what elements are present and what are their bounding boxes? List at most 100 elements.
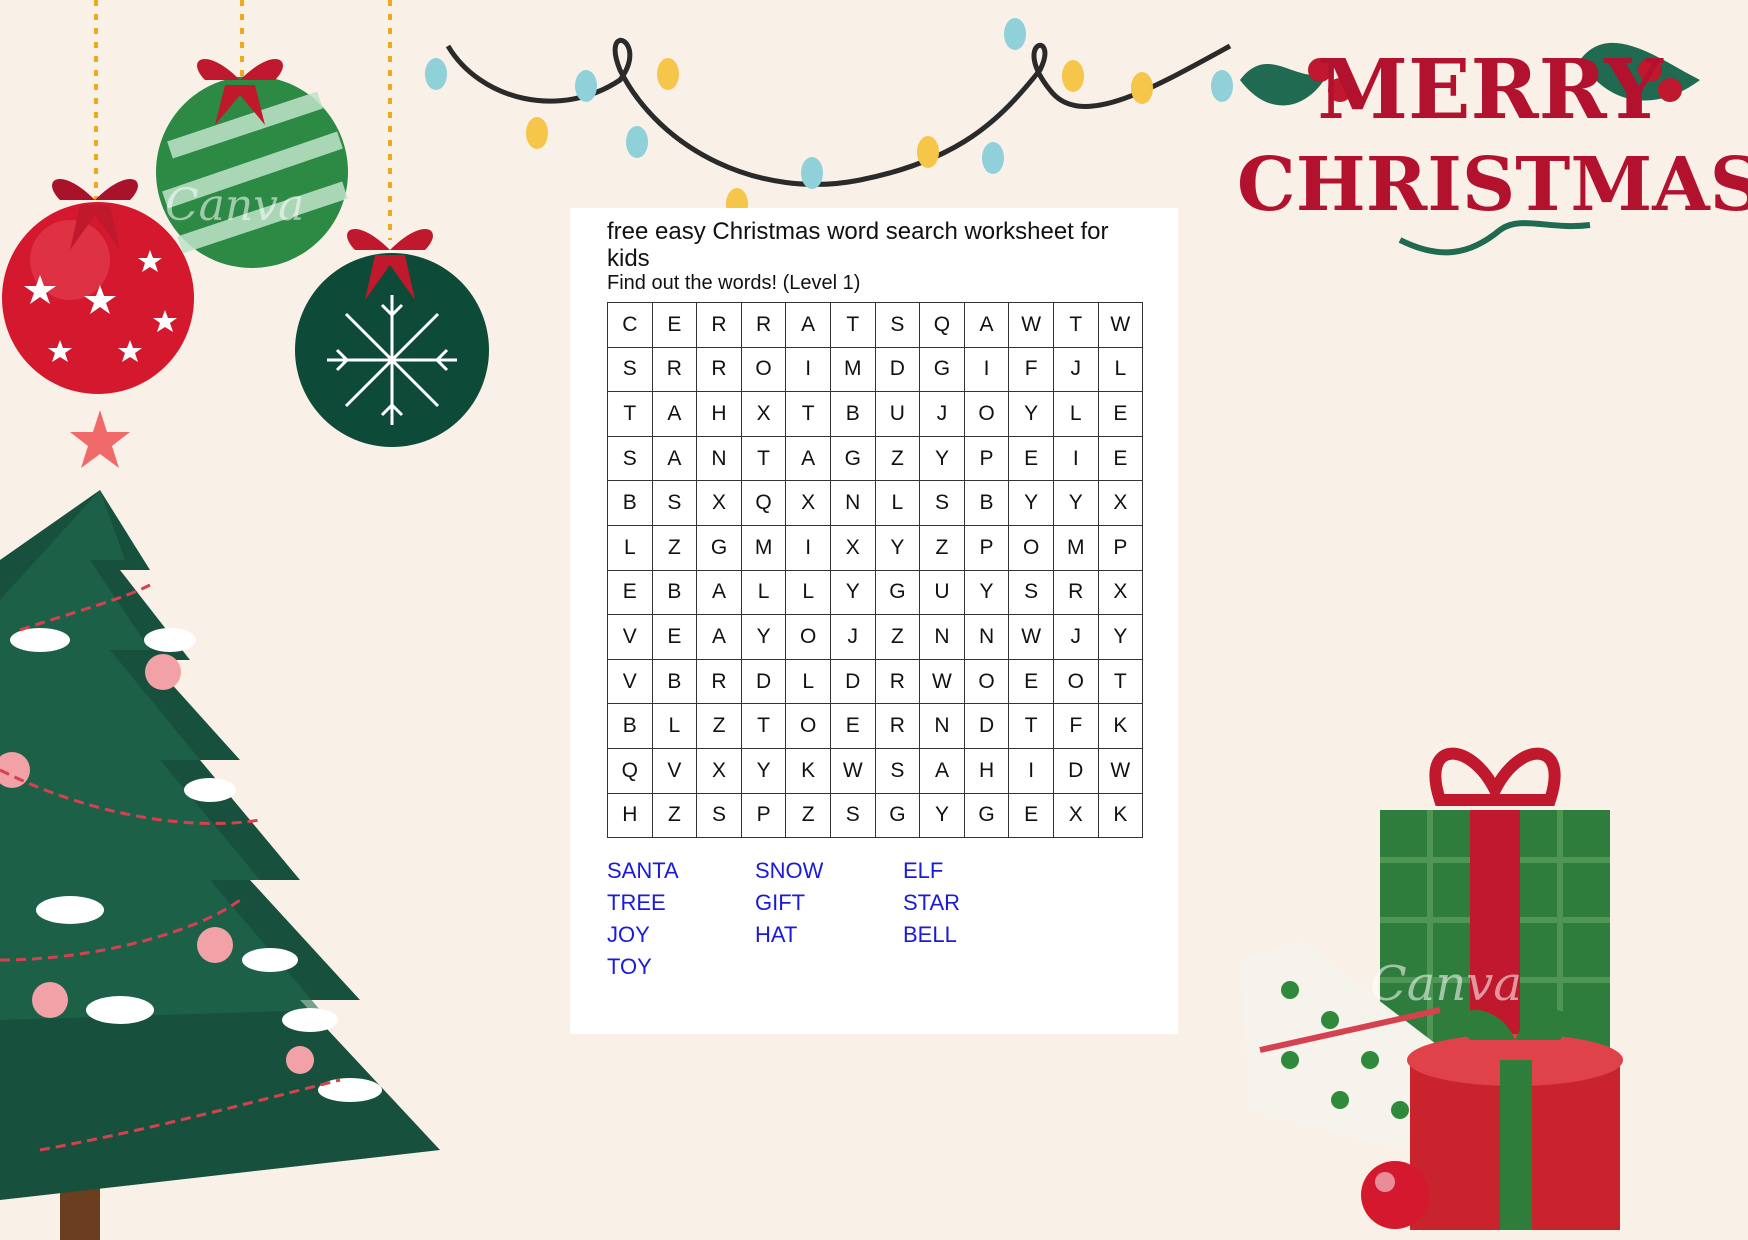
- grid-cell[interactable]: X: [1097, 569, 1144, 616]
- grid-cell[interactable]: M: [740, 524, 787, 571]
- grid-cell[interactable]: S: [874, 747, 921, 794]
- grid-cell[interactable]: M: [829, 346, 876, 393]
- grid-cell[interactable]: D: [1052, 747, 1099, 794]
- grid-cell[interactable]: Y: [829, 569, 876, 616]
- grid-cell[interactable]: P: [1097, 524, 1144, 571]
- grid-cell[interactable]: Y: [919, 435, 965, 482]
- grid-cell[interactable]: Z: [785, 792, 831, 839]
- grid-cell[interactable]: P: [963, 524, 1010, 571]
- grid-cell[interactable]: C: [607, 302, 653, 348]
- grid-cell[interactable]: K: [1097, 703, 1144, 749]
- grid-cell[interactable]: A: [651, 391, 698, 437]
- grid-cell[interactable]: X: [785, 480, 831, 526]
- grid-cell[interactable]: Z: [651, 524, 698, 571]
- grid-cell[interactable]: E: [651, 614, 698, 660]
- grid-cell[interactable]: X: [696, 747, 742, 794]
- grid-cell[interactable]: E: [829, 703, 876, 749]
- grid-cell[interactable]: O: [785, 614, 831, 660]
- grid-cell[interactable]: W: [829, 747, 876, 794]
- grid-cell[interactable]: B: [651, 569, 698, 616]
- grid-cell[interactable]: Y: [740, 747, 787, 794]
- grid-cell[interactable]: T: [1008, 703, 1054, 749]
- grid-cell[interactable]: R: [874, 658, 921, 705]
- grid-cell[interactable]: Y: [919, 792, 965, 839]
- grid-cell[interactable]: Z: [651, 792, 698, 839]
- grid-cell[interactable]: A: [963, 302, 1010, 348]
- grid-cell[interactable]: V: [651, 747, 698, 794]
- grid-cell[interactable]: I: [785, 346, 831, 393]
- grid-cell[interactable]: T: [1097, 658, 1144, 705]
- grid-cell[interactable]: Z: [874, 435, 921, 482]
- grid-cell[interactable]: S: [1008, 569, 1054, 616]
- grid-cell[interactable]: S: [651, 480, 698, 526]
- grid-cell[interactable]: R: [696, 302, 742, 348]
- grid-cell[interactable]: O: [1008, 524, 1054, 571]
- grid-cell[interactable]: R: [696, 346, 742, 393]
- grid-cell[interactable]: G: [919, 346, 965, 393]
- grid-cell[interactable]: M: [1052, 524, 1099, 571]
- grid-cell[interactable]: G: [874, 792, 921, 839]
- grid-cell[interactable]: B: [607, 480, 653, 526]
- grid-cell[interactable]: N: [919, 614, 965, 660]
- grid-cell[interactable]: A: [919, 747, 965, 794]
- grid-cell[interactable]: L: [607, 524, 653, 571]
- grid-cell[interactable]: L: [1052, 391, 1099, 437]
- grid-cell[interactable]: A: [696, 614, 742, 660]
- grid-cell[interactable]: D: [874, 346, 921, 393]
- grid-cell[interactable]: T: [1052, 302, 1099, 348]
- grid-cell[interactable]: A: [696, 569, 742, 616]
- grid-cell[interactable]: V: [607, 658, 653, 705]
- grid-cell[interactable]: H: [963, 747, 1010, 794]
- grid-cell[interactable]: V: [607, 614, 653, 660]
- grid-cell[interactable]: L: [785, 569, 831, 616]
- grid-cell[interactable]: J: [1052, 614, 1099, 660]
- grid-cell[interactable]: W: [919, 658, 965, 705]
- grid-cell[interactable]: L: [740, 569, 787, 616]
- grid-cell[interactable]: R: [874, 703, 921, 749]
- grid-cell[interactable]: T: [740, 703, 787, 749]
- grid-cell[interactable]: Y: [874, 524, 921, 571]
- grid-cell[interactable]: R: [651, 346, 698, 393]
- grid-cell[interactable]: Z: [696, 703, 742, 749]
- grid-cell[interactable]: Z: [874, 614, 921, 660]
- grid-cell[interactable]: A: [785, 302, 831, 348]
- grid-cell[interactable]: Q: [919, 302, 965, 348]
- grid-cell[interactable]: A: [651, 435, 698, 482]
- grid-cell[interactable]: D: [829, 658, 876, 705]
- grid-cell[interactable]: A: [785, 435, 831, 482]
- grid-cell[interactable]: E: [1008, 792, 1054, 839]
- grid-cell[interactable]: O: [963, 658, 1010, 705]
- grid-cell[interactable]: F: [1052, 703, 1099, 749]
- grid-cell[interactable]: I: [963, 346, 1010, 393]
- grid-cell[interactable]: F: [1008, 346, 1054, 393]
- grid-cell[interactable]: Y: [740, 614, 787, 660]
- grid-cell[interactable]: G: [696, 524, 742, 571]
- grid-cell[interactable]: L: [874, 480, 921, 526]
- grid-cell[interactable]: E: [1008, 435, 1054, 482]
- grid-cell[interactable]: E: [1097, 391, 1144, 437]
- grid-cell[interactable]: T: [607, 391, 653, 437]
- grid-cell[interactable]: E: [1008, 658, 1054, 705]
- grid-cell[interactable]: N: [963, 614, 1010, 660]
- grid-cell[interactable]: S: [696, 792, 742, 839]
- grid-cell[interactable]: X: [1097, 480, 1144, 526]
- grid-cell[interactable]: L: [785, 658, 831, 705]
- grid-cell[interactable]: N: [919, 703, 965, 749]
- grid-cell[interactable]: W: [1097, 302, 1144, 348]
- grid-cell[interactable]: I: [785, 524, 831, 571]
- grid-cell[interactable]: K: [1097, 792, 1144, 839]
- grid-cell[interactable]: W: [1008, 614, 1054, 660]
- grid-cell[interactable]: N: [829, 480, 876, 526]
- grid-cell[interactable]: P: [963, 435, 1010, 482]
- grid-cell[interactable]: R: [1052, 569, 1099, 616]
- grid-cell[interactable]: D: [740, 658, 787, 705]
- grid-cell[interactable]: G: [829, 435, 876, 482]
- grid-cell[interactable]: N: [696, 435, 742, 482]
- grid-cell[interactable]: Q: [740, 480, 787, 526]
- grid-cell[interactable]: E: [1097, 435, 1144, 482]
- grid-cell[interactable]: S: [874, 302, 921, 348]
- grid-cell[interactable]: R: [696, 658, 742, 705]
- grid-cell[interactable]: B: [829, 391, 876, 437]
- grid-cell[interactable]: I: [1008, 747, 1054, 794]
- grid-cell[interactable]: G: [874, 569, 921, 616]
